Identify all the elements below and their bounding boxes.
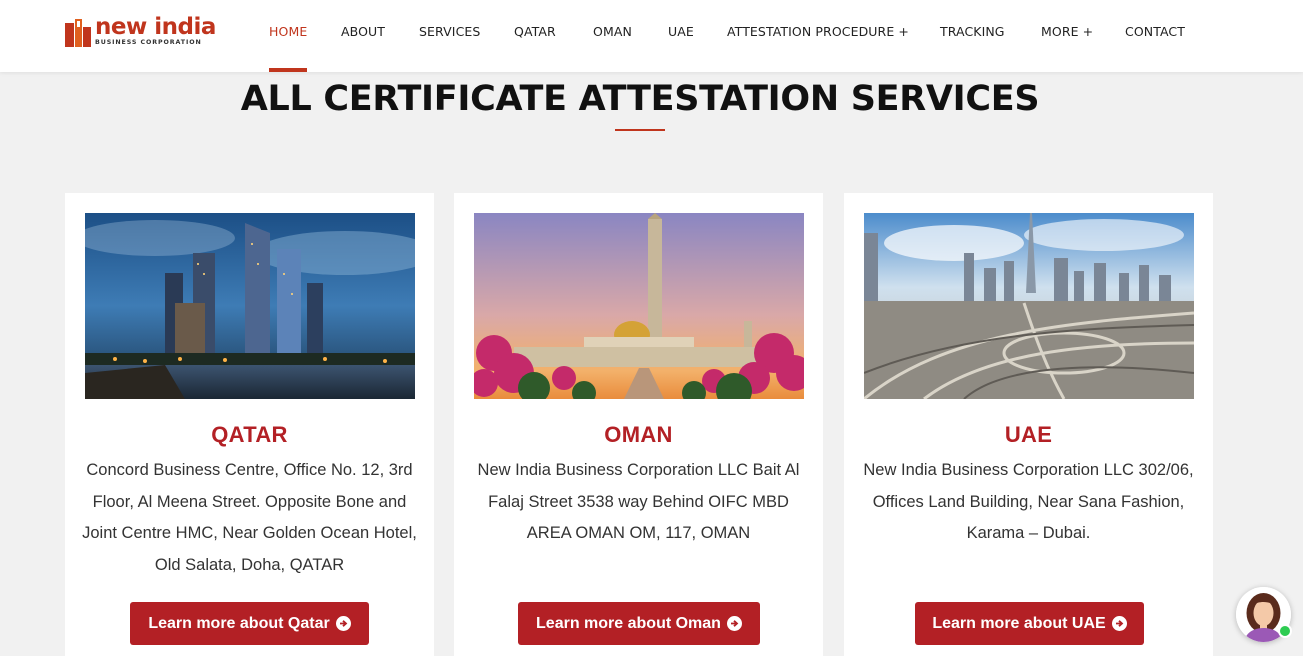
oman-image bbox=[474, 213, 804, 399]
brand-subtitle: BUSINESS CORPORATION bbox=[95, 39, 202, 46]
button-label: Learn more about Oman bbox=[536, 614, 721, 632]
card-uae: UAE New India Business Corporation LLC 3… bbox=[844, 193, 1213, 656]
card-title: QATAR bbox=[211, 422, 288, 447]
nav-about[interactable]: ABOUT bbox=[341, 24, 385, 39]
nav-contact[interactable]: CONTACT bbox=[1125, 24, 1185, 39]
online-status-dot bbox=[1278, 624, 1292, 638]
site-header: new india BUSINESS CORPORATION HOME ABOU… bbox=[0, 0, 1303, 72]
title-divider bbox=[615, 129, 665, 131]
section-title: ALL CERTIFICATE ATTESTATION SERVICES bbox=[240, 79, 1040, 119]
card-address: Concord Business Centre, Office No. 12, … bbox=[82, 461, 417, 575]
brand-logo[interactable]: new india BUSINESS CORPORATION bbox=[65, 14, 216, 49]
nav-services[interactable]: SERVICES bbox=[419, 24, 480, 39]
button-label: Learn more about Qatar bbox=[148, 614, 330, 632]
arrow-circle-right-icon bbox=[335, 616, 351, 631]
card-title: UAE bbox=[1004, 422, 1053, 447]
qatar-image bbox=[85, 213, 415, 399]
card-qatar: QATAR Concord Business Centre, Office No… bbox=[65, 193, 434, 656]
arrow-circle-right-icon bbox=[726, 616, 742, 631]
arrow-circle-right-icon bbox=[1111, 616, 1127, 631]
logo-icon bbox=[65, 19, 91, 47]
card-title: OMAN bbox=[604, 422, 673, 447]
nav-oman[interactable]: OMAN bbox=[593, 24, 632, 39]
nav-home[interactable]: HOME bbox=[269, 24, 307, 39]
card-oman: OMAN New India Business Corporation LLC … bbox=[454, 193, 823, 656]
nav-tracking[interactable]: TRACKING bbox=[940, 24, 1005, 39]
nav-more[interactable]: MORE + bbox=[1041, 24, 1093, 39]
card-address: New India Business Corporation LLC 302/0… bbox=[863, 461, 1194, 543]
nav-uae[interactable]: UAE bbox=[668, 24, 694, 39]
learn-more-oman-button[interactable]: Learn more about Oman bbox=[518, 602, 760, 645]
nav-qatar[interactable]: QATAR bbox=[514, 24, 556, 39]
brand-name: new india bbox=[95, 14, 216, 40]
nav-attestation-procedure[interactable]: ATTESTATION PROCEDURE + bbox=[727, 24, 909, 39]
card-address: New India Business Corporation LLC Bait … bbox=[477, 461, 800, 543]
uae-image bbox=[864, 213, 1194, 399]
active-nav-indicator bbox=[269, 68, 307, 72]
learn-more-qatar-button[interactable]: Learn more about Qatar bbox=[130, 602, 369, 645]
learn-more-uae-button[interactable]: Learn more about UAE bbox=[915, 602, 1144, 645]
button-label: Learn more about UAE bbox=[932, 614, 1106, 632]
